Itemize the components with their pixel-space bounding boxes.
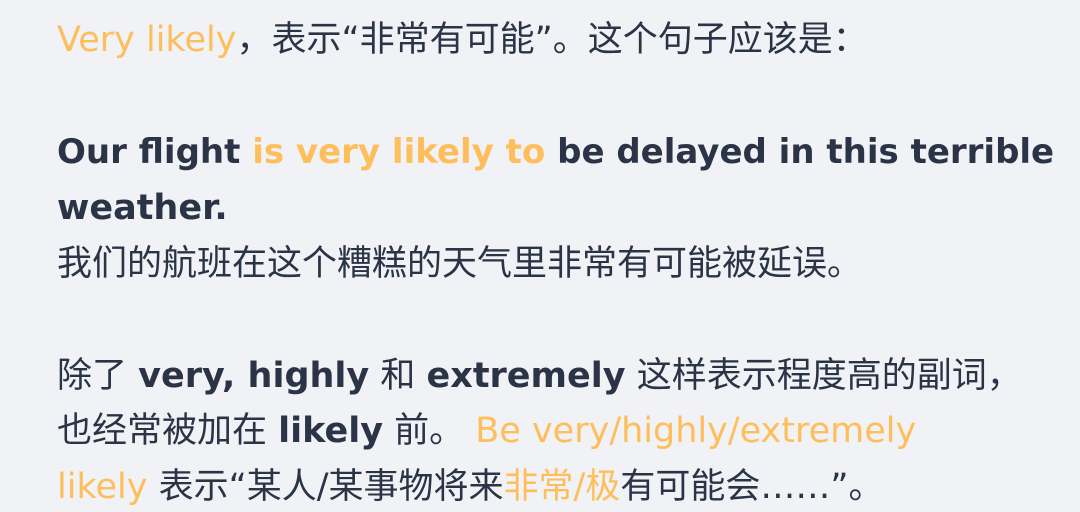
example-sentence-line-2: weather.: [57, 180, 228, 236]
note-text: 除了: [57, 356, 139, 396]
note-highlight: 非常/极: [503, 467, 621, 507]
example-sentence-line-1: Our flight is very likely to be delayed …: [57, 124, 1054, 180]
example-text: weather.: [57, 188, 228, 228]
example-highlight: is very likely to: [252, 132, 546, 172]
intro-text: ，表示“非常有可能”。这个句子应该是：: [236, 20, 868, 60]
note-line-2: 也经常被加在 likely 前。 Be very/highly/extremel…: [57, 403, 916, 459]
translation-text: 我们的航班在这个糟糕的天气里非常有可能被延误。: [57, 244, 863, 284]
lesson-page: Very likely，表示“非常有可能”。这个句子应该是： Our fligh…: [0, 0, 1080, 512]
note-text: 前。: [383, 411, 476, 451]
note-line-1: 除了 very, highly 和 extremely 这样表示程度高的副词，: [57, 348, 1022, 404]
example-translation: 我们的航班在这个糟糕的天气里非常有可能被延误。: [57, 236, 862, 292]
example-text: be delayed in this terrible: [545, 132, 1055, 172]
note-keyword: very, highly: [138, 356, 370, 396]
intro-line: Very likely，表示“非常有可能”。这个句子应该是：: [57, 12, 868, 68]
note-highlight: Be very/highly/extremely: [475, 411, 917, 451]
keyword-highlight: Very likely: [57, 20, 237, 60]
note-text: 表示“某人/某事物将来: [147, 467, 504, 507]
note-highlight: likely: [57, 467, 148, 507]
note-text: 这样表示程度高的副词，: [625, 356, 1022, 396]
note-keyword: likely: [278, 411, 384, 451]
note-keyword: extremely: [426, 356, 626, 396]
note-text: 也经常被加在: [57, 411, 279, 451]
note-line-3: likely 表示“某人/某事物将来非常/极有可能会……”。: [57, 459, 883, 512]
example-text: Our flight: [57, 132, 253, 172]
note-text: 和: [369, 356, 427, 396]
note-text: 有可能会……”。: [620, 467, 884, 507]
